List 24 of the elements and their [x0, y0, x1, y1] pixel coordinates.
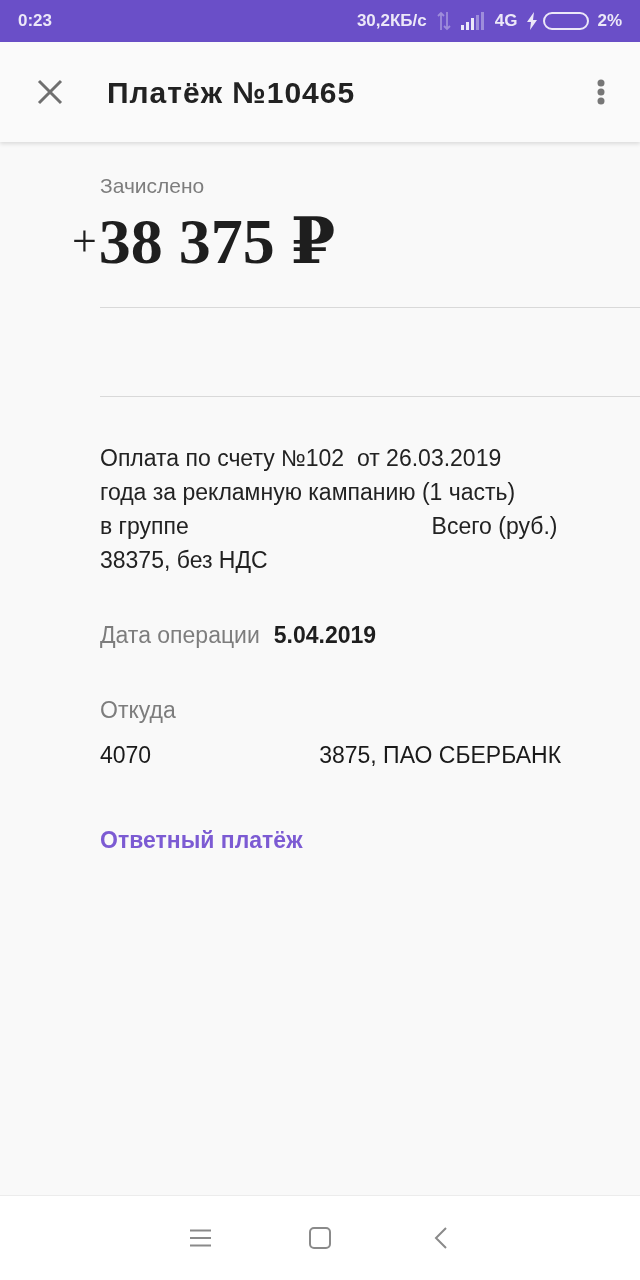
home-square-icon	[309, 1227, 331, 1249]
close-icon	[37, 79, 63, 105]
payment-purpose: Оплата по счету №102 от 26.03.2019 года за рекламную кампанию (1 часть) в группе Всего (руб.) 38375, без НДС	[100, 444, 559, 575]
data-arrows-icon	[436, 11, 451, 31]
more-options-icon	[597, 79, 605, 105]
menu-icon	[189, 1229, 211, 1247]
reply-payment-link[interactable]: Ответный платёж	[100, 825, 303, 855]
account-text: 3875, ПАО СБЕРБАНК	[319, 741, 562, 770]
credited-label: Зачислено	[100, 174, 205, 198]
charging-bolt-icon	[527, 12, 538, 30]
amount-value: 38 375 ₽	[98, 210, 336, 274]
field-label: Дата операции	[100, 621, 260, 650]
battery-icon	[543, 12, 590, 30]
page-title: Платёж №10465	[107, 74, 356, 111]
field-label: Откуда	[100, 696, 176, 725]
back-icon	[433, 1227, 447, 1249]
signal-icon	[460, 12, 485, 30]
field-value: 5.04.2019	[273, 621, 377, 650]
battery-percent: 2%	[597, 10, 622, 33]
amount-sign: +	[72, 220, 97, 264]
network-speed: 30,2КБ/с	[356, 10, 427, 33]
account-text: 4070	[100, 741, 152, 770]
network-type: 4G	[494, 10, 518, 33]
status-time: 0:23	[18, 10, 53, 33]
